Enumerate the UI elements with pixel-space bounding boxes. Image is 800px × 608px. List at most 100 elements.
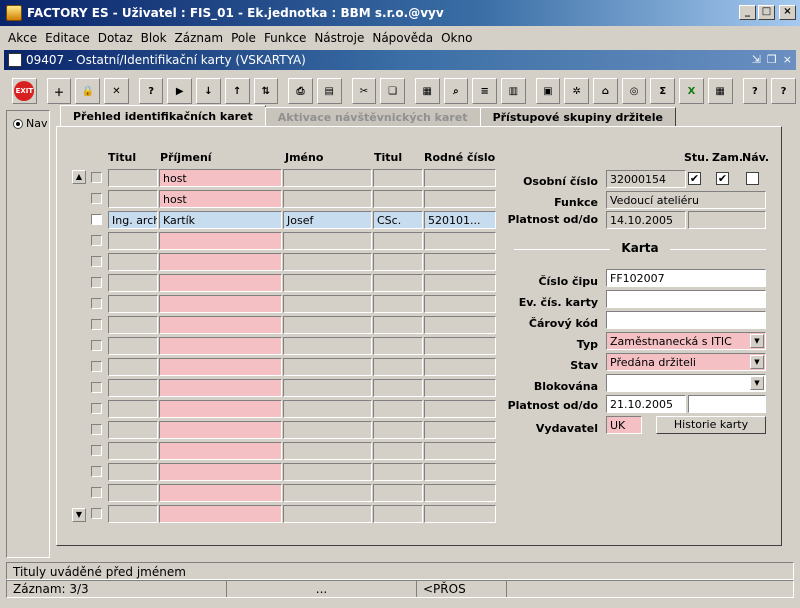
grid-cell-prijmeni[interactable] [159,421,282,439]
row-select-checkbox[interactable] [91,382,102,393]
grid-cell-rodne[interactable] [424,190,496,208]
grid-cell-titul2[interactable] [373,274,423,292]
grid-cell-rodne[interactable] [424,274,496,292]
grid-cell-titul2[interactable] [373,358,423,376]
row-select-checkbox[interactable] [91,403,102,414]
grid-cell-rodne[interactable] [424,379,496,397]
menu-editace[interactable]: Editace [41,31,94,45]
cislo-cipu-field[interactable]: FF102007 [606,269,766,287]
grid-cell-titul1[interactable]: Ing. arch. [108,211,158,229]
grid-cell-jmeno[interactable] [283,337,372,355]
grid-cell-titul2[interactable]: CSc. [373,211,423,229]
tab-pristupove[interactable]: Přístupové skupiny držitele [479,107,676,127]
chevron-down-icon[interactable]: ▼ [750,355,764,369]
grid-cell-titul2[interactable] [373,295,423,313]
context-help-icon[interactable]: ? [771,78,796,104]
grid-cell-rodne[interactable] [424,316,496,334]
wheel-icon[interactable]: ✲ [564,78,590,104]
grid-cell-prijmeni[interactable] [159,484,282,502]
grid-cell-jmeno[interactable] [283,169,372,187]
grid-cell-jmeno[interactable] [283,421,372,439]
grid-cell-titul1[interactable] [108,232,158,250]
funkce-field[interactable]: Vedoucí ateliéru [606,191,766,209]
insert-record-icon[interactable]: ＋ [46,78,72,104]
stu-checkbox[interactable]: ✔ [688,172,701,185]
menu-akce[interactable]: Akce [4,31,41,45]
nav-checkbox[interactable] [746,172,759,185]
menu-nastroje[interactable]: Nástroje [310,31,368,45]
row-select-checkbox[interactable] [91,277,102,288]
grid-cell-jmeno[interactable] [283,190,372,208]
grid-cell-prijmeni[interactable]: Kartík [159,211,282,229]
grid-cell-rodne[interactable] [424,442,496,460]
grid-cell-jmeno[interactable] [283,358,372,376]
grid-cell-titul1[interactable] [108,316,158,334]
carovy-kod-field[interactable] [606,311,766,329]
grid-cell-jmeno[interactable] [283,400,372,418]
tab-aktivace[interactable]: Aktivace návštěvnických karet [264,107,481,127]
grid-cell-jmeno[interactable]: Josef [283,211,372,229]
grid-cell-titul1[interactable] [108,379,158,397]
row-select-checkbox[interactable] [91,508,102,519]
platnost-osoba-do-field[interactable] [688,211,766,229]
grid-cell-jmeno[interactable] [283,316,372,334]
grid-cell-prijmeni[interactable] [159,505,282,523]
form-minimize-icon[interactable]: ⇲ [752,53,761,66]
grid-cell-titul2[interactable] [373,505,423,523]
copy-icon[interactable]: ❏ [380,78,405,104]
grid-cell-prijmeni[interactable] [159,442,282,460]
grid-cell-rodne[interactable] [424,400,496,418]
delete-record-icon[interactable]: ✕ [104,78,129,104]
grid-cell-titul1[interactable] [108,253,158,271]
row-select-checkbox[interactable] [91,193,102,204]
grid-cell-titul2[interactable] [373,442,423,460]
osobni-cislo-field[interactable]: 32000154 [606,170,686,188]
row-select-checkbox[interactable] [91,361,102,372]
grid-cell-titul1[interactable] [108,337,158,355]
grid-cell-titul2[interactable] [373,463,423,481]
grid-cell-titul2[interactable] [373,484,423,502]
scroll-up-icon[interactable]: ▲ [72,170,86,184]
grid-cell-titul1[interactable] [108,421,158,439]
nav-radio[interactable]: Nav [13,117,47,130]
lock-record-icon[interactable]: 🔒 [75,78,101,104]
typ-select[interactable]: Zaměstnanecká s ITIC ▼ [606,332,766,350]
grid-cell-jmeno[interactable] [283,505,372,523]
grid-cell-prijmeni[interactable] [159,463,282,481]
tab-prehled[interactable]: Přehled identifikačních karet [60,105,266,127]
grid-cell-prijmeni[interactable] [159,253,282,271]
grid-cell-prijmeni[interactable] [159,379,282,397]
grid-cell-prijmeni[interactable] [159,400,282,418]
grid-cell-titul1[interactable] [108,169,158,187]
grid-cell-titul2[interactable] [373,253,423,271]
grid-cell-titul2[interactable] [373,232,423,250]
maximize-button[interactable]: □ [758,5,775,20]
grid-cell-jmeno[interactable] [283,463,372,481]
row-select-checkbox[interactable] [91,319,102,330]
scroll-down-icon[interactable]: ▼ [72,508,86,522]
grid-cell-prijmeni[interactable] [159,316,282,334]
menu-napoveda[interactable]: Nápověda [368,31,437,45]
row-select-checkbox[interactable] [91,424,102,435]
menu-dotaz[interactable]: Dotaz [94,31,137,45]
grid-cell-jmeno[interactable] [283,442,372,460]
calculator-icon[interactable]: ▣ [535,78,561,104]
ev-cis-karty-field[interactable] [606,290,766,308]
grid-cell-jmeno[interactable] [283,379,372,397]
menu-pole[interactable]: Pole [227,31,260,45]
excel-icon[interactable]: X [679,78,704,104]
grid-cell-prijmeni[interactable] [159,358,282,376]
grid-cell-jmeno[interactable] [283,484,372,502]
platnost-karta-od-field[interactable]: 21.10.2005 [606,395,686,413]
grid-scrollbar[interactable]: ▲ ▼ [72,170,86,522]
grid-cell-rodne[interactable] [424,463,496,481]
grid-cell-prijmeni[interactable]: host [159,169,282,187]
minimize-button[interactable]: _ [739,5,756,20]
grid-cell-titul1[interactable] [108,190,158,208]
grid-cell-titul1[interactable] [108,400,158,418]
row-select-checkbox[interactable] [91,214,102,225]
grid-cell-titul1[interactable] [108,463,158,481]
row-select-checkbox[interactable] [91,340,102,351]
zam-checkbox[interactable]: ✔ [716,172,729,185]
grid-cell-prijmeni[interactable]: host [159,190,282,208]
